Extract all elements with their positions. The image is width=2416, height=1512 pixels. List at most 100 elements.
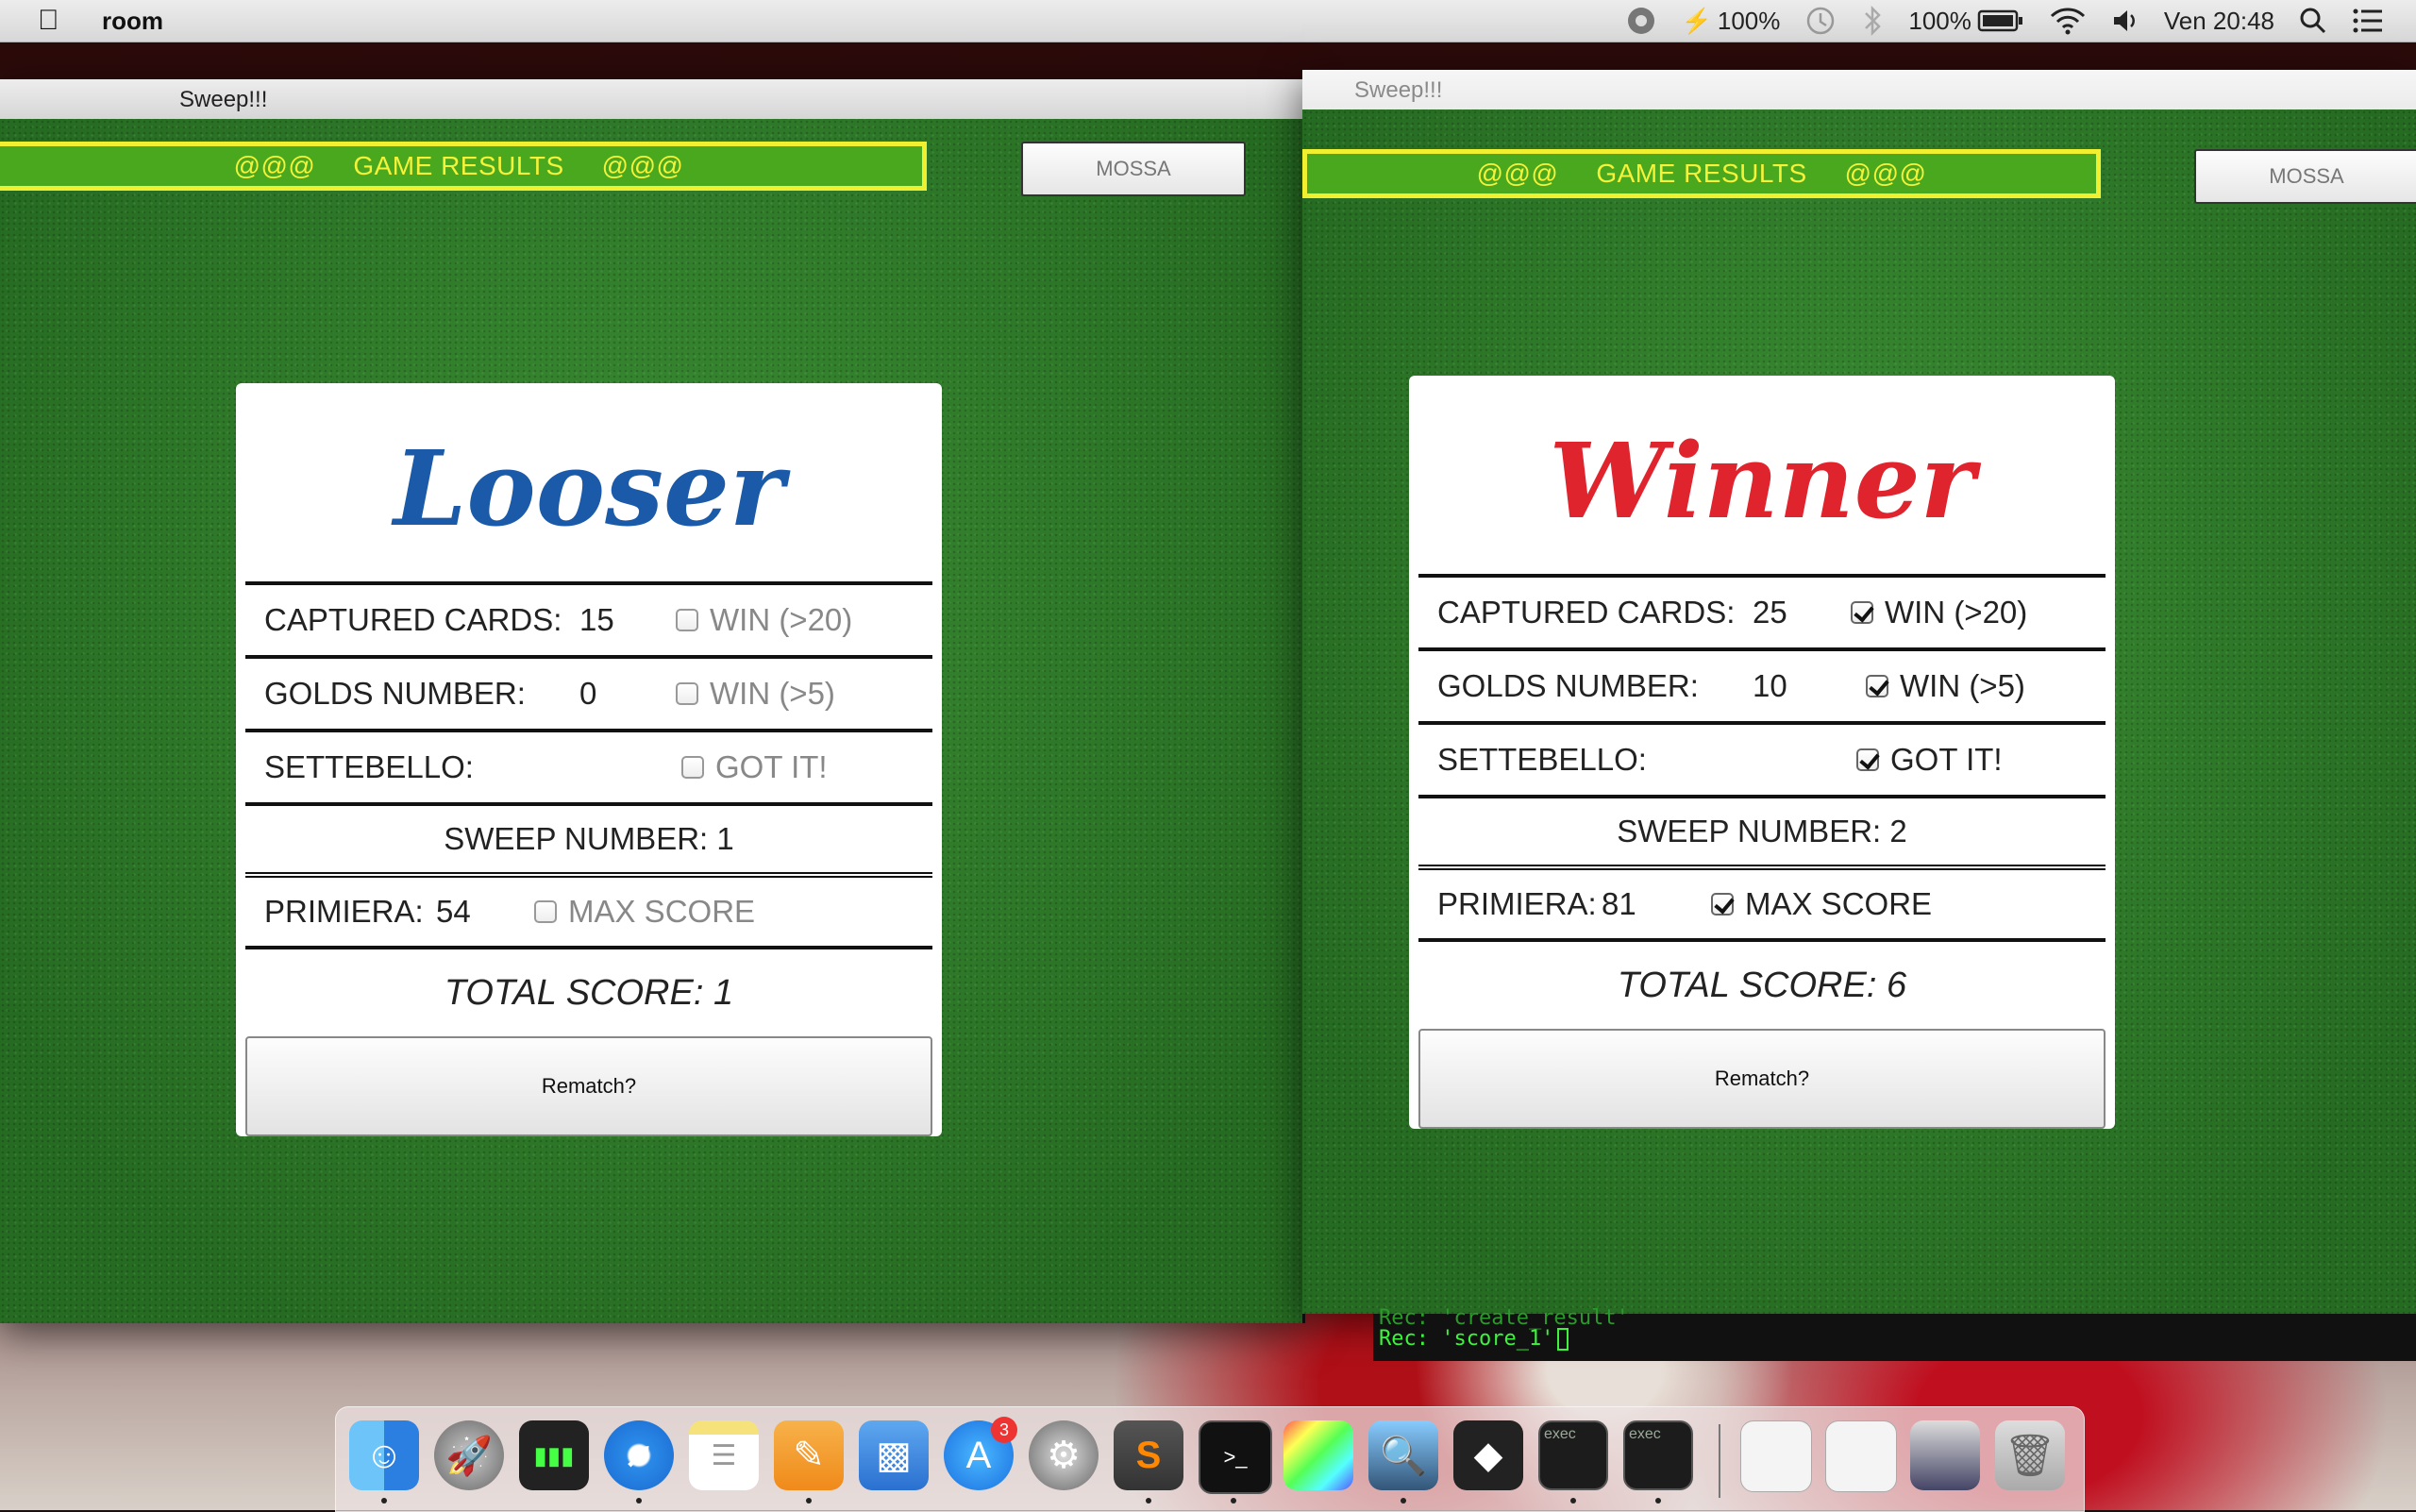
- volume-icon[interactable]: [2111, 7, 2139, 35]
- window-title: Sweep!!!: [179, 87, 268, 112]
- bluetooth-icon[interactable]: [1861, 5, 1884, 37]
- launchpad-icon[interactable]: 🚀: [434, 1420, 504, 1490]
- settebello-row: SETTEBELLO: GOT IT!: [1418, 721, 2106, 795]
- app-store-icon[interactable]: A3: [944, 1417, 1017, 1490]
- primiera-label: PRIMIERA:: [264, 894, 424, 929]
- sweep-number-row: SWEEP NUMBER: 1: [245, 802, 932, 872]
- game-results-banner: @@@ GAME RESULTS @@@: [1302, 149, 2101, 198]
- game-results-banner: @@@ GAME RESULTS @@@: [0, 142, 927, 191]
- sweep-number-row: SWEEP NUMBER: 2: [1418, 795, 2106, 865]
- app-store-badge: 3: [991, 1417, 1017, 1443]
- golds-number-label: GOLDS NUMBER:: [1437, 668, 1699, 703]
- screenshot-thumbnail-icon[interactable]: [1910, 1420, 1980, 1490]
- max-score-checkbox[interactable]: MAX SCORE: [534, 894, 755, 930]
- mossa-button[interactable]: MOSSA: [1021, 142, 1246, 196]
- battery-charging-status[interactable]: ⚡ 100%: [1682, 7, 1781, 36]
- captured-cards-win-checkbox[interactable]: WIN (>20): [676, 602, 852, 638]
- game-window-left: Sweep!!! @@@ GAME RESULTS @@@ MOSSA Loos…: [0, 79, 1305, 1323]
- running-indicator: [1401, 1498, 1406, 1504]
- checkbox-icon: [681, 756, 704, 779]
- captured-cards-label: CAPTURED CARDS:: [1437, 595, 1736, 630]
- checkbox-checked-icon: [1851, 601, 1873, 624]
- document-thumbnail-icon[interactable]: [1740, 1420, 1812, 1492]
- primiera-row: PRIMIERA: 54 MAX SCORE: [245, 872, 932, 946]
- running-indicator: [1231, 1498, 1236, 1504]
- settebello-row: SETTEBELLO: GOT IT!: [245, 729, 932, 802]
- checkbox-icon: [676, 682, 698, 705]
- settebello-label: SETTEBELLO:: [1437, 742, 1647, 777]
- checkbox-checked-icon: [1856, 748, 1879, 771]
- result-logo-text: Winner: [1549, 420, 1981, 542]
- terminal-line-text: Rec: 'score_1': [1379, 1327, 1554, 1351]
- captured-cards-row: CAPTURED CARDS: 25 WIN (>20): [1418, 574, 2106, 647]
- captured-cards-label: CAPTURED CARDS:: [264, 602, 562, 637]
- banner-title: GAME RESULTS: [1596, 159, 1807, 188]
- golds-number-row: GOLDS NUMBER: 10 WIN (>5): [1418, 647, 2106, 721]
- battery-percent: 100%: [1908, 6, 1971, 35]
- battery-monitor-icon[interactable]: ▮▮▮: [519, 1420, 589, 1490]
- running-indicator: [1146, 1498, 1151, 1504]
- running-indicator: [1655, 1498, 1661, 1504]
- result-logo: Looser: [245, 383, 932, 581]
- golds-win-checkbox[interactable]: WIN (>5): [1866, 668, 2025, 704]
- exec-label: exec: [1544, 1426, 1576, 1442]
- apple-menu-icon[interactable]: : [38, 5, 66, 37]
- system-preferences-icon[interactable]: ⚙: [1029, 1420, 1099, 1490]
- felt-table: @@@ GAME RESULTS @@@ MOSSA Winner CAPTUR…: [1302, 109, 2416, 1314]
- terminal-line: Rec: 'score_1': [1379, 1327, 1569, 1351]
- primiera-value: 81: [1602, 886, 1636, 921]
- running-indicator: [381, 1498, 387, 1504]
- mossa-button[interactable]: MOSSA: [2194, 149, 2416, 204]
- color-picker-icon[interactable]: [1284, 1420, 1353, 1490]
- rematch-button[interactable]: Rematch?: [245, 1036, 932, 1136]
- status-icon[interactable]: [1625, 5, 1657, 37]
- menu-bar:  room ⚡ 100% 100% Ven 20:48: [0, 0, 2416, 42]
- rematch-button[interactable]: Rematch?: [1418, 1029, 2106, 1129]
- checkbox-checked-icon: [1711, 893, 1734, 916]
- trash-icon[interactable]: 🗑: [1995, 1420, 2065, 1490]
- window-titlebar[interactable]: Sweep!!!: [1302, 70, 2416, 110]
- notification-center-icon[interactable]: [2352, 8, 2384, 34]
- checkbox-checked-icon: [1866, 675, 1888, 697]
- safari-icon[interactable]: ➚: [604, 1420, 674, 1490]
- wifi-icon[interactable]: [2049, 7, 2087, 35]
- checkbox-label: MAX SCORE: [1745, 886, 1933, 921]
- unity-icon[interactable]: ◆: [1453, 1420, 1523, 1490]
- banner-decoration-left: @@@: [233, 151, 316, 180]
- sweep-number-text: SWEEP NUMBER: 1: [444, 821, 734, 856]
- notes-icon[interactable]: ☰: [689, 1420, 759, 1490]
- window-titlebar[interactable]: Sweep!!!: [0, 79, 1302, 120]
- captured-cards-win-checkbox[interactable]: WIN (>20): [1851, 595, 2027, 630]
- terminal-window[interactable]: Rec: 'create_result' Rec: 'score_1': [1373, 1306, 2416, 1361]
- battery-charge-percent: 100%: [1717, 6, 1781, 35]
- golds-number-row: GOLDS NUMBER: 0 WIN (>5): [245, 655, 932, 729]
- clock[interactable]: Ven 20:48: [2164, 7, 2274, 36]
- dock-divider: [1719, 1424, 1720, 1498]
- terminal-icon[interactable]: >_: [1199, 1420, 1272, 1494]
- settebello-checkbox[interactable]: GOT IT!: [681, 749, 828, 785]
- results-card: Winner CAPTURED CARDS: 25 WIN (>20) GOLD…: [1409, 376, 2115, 1129]
- golds-win-checkbox[interactable]: WIN (>5): [676, 676, 835, 712]
- banner-decoration-right: @@@: [601, 151, 684, 180]
- document-thumbnail-icon[interactable]: [1825, 1420, 1897, 1492]
- keynote-icon[interactable]: ▩: [859, 1420, 929, 1490]
- exec-terminal-icon[interactable]: exec: [1623, 1420, 1693, 1490]
- sublime-text-icon[interactable]: S: [1114, 1420, 1183, 1490]
- checkbox-label: GOT IT!: [1890, 742, 2003, 777]
- primiera-row: PRIMIERA: 81 MAX SCORE: [1418, 865, 2106, 938]
- terminal-cursor: [1557, 1328, 1569, 1351]
- preview-icon[interactable]: 🔍: [1368, 1420, 1438, 1490]
- settebello-checkbox[interactable]: GOT IT!: [1856, 742, 2003, 778]
- app-name[interactable]: room: [102, 7, 163, 36]
- exec-terminal-icon[interactable]: exec: [1538, 1420, 1608, 1490]
- battery-status[interactable]: 100%: [1908, 7, 2024, 36]
- checkbox-icon: [534, 900, 557, 923]
- spotlight-search-icon[interactable]: [2299, 7, 2327, 35]
- dock: ☺ 🚀 ▮▮▮ ➚ ☰ ✎ ▩ A3 ⚙ S >_ 🔍 ◆ exec exec …: [335, 1406, 2085, 1512]
- pages-icon[interactable]: ✎: [774, 1420, 844, 1490]
- time-machine-icon[interactable]: [1804, 5, 1837, 37]
- battery-icon: [1977, 9, 2022, 32]
- max-score-checkbox[interactable]: MAX SCORE: [1711, 886, 1932, 922]
- captured-cards-value: 25: [1753, 595, 1787, 630]
- finder-icon[interactable]: ☺: [349, 1420, 419, 1490]
